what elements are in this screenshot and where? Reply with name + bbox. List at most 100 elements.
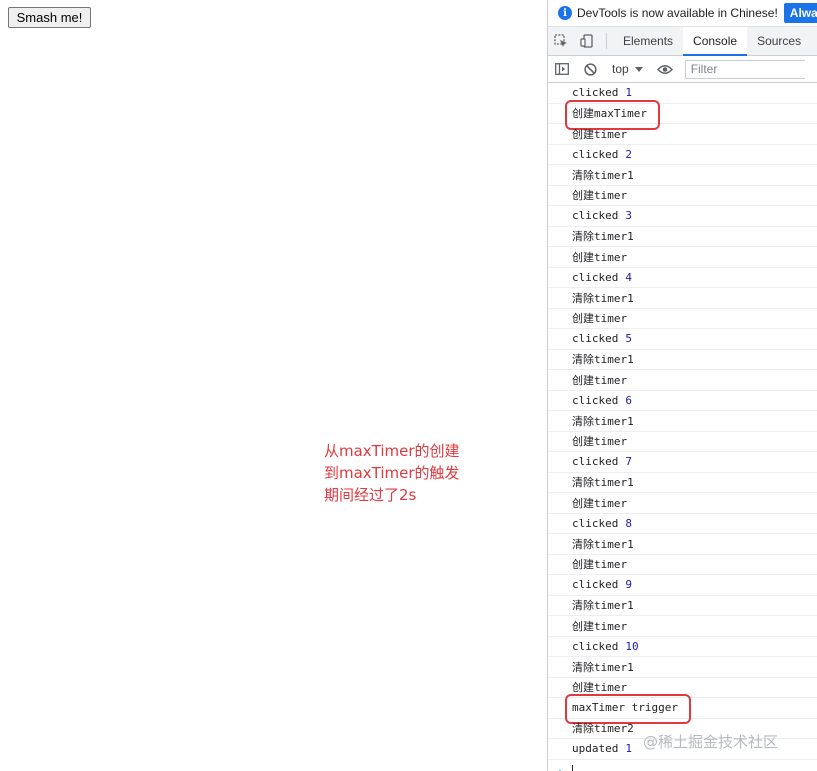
console-message-number: 4 [625, 270, 632, 284]
console-message: clicked 9 [548, 575, 817, 596]
inspect-element-icon[interactable] [548, 27, 574, 55]
console-message-text: 创建timer [572, 681, 628, 695]
note-line-3: 期间经过了2s [324, 486, 417, 504]
info-icon: i [558, 6, 572, 20]
console-message: clicked 6 [548, 391, 817, 411]
console-message-text: 创建timer [572, 127, 628, 141]
tab-sources[interactable]: Sources [747, 27, 811, 55]
console-message: 清除timer1 [548, 350, 817, 370]
console-message: 清除timer1 [548, 411, 817, 432]
console-message: 创建timer [548, 247, 817, 268]
console-message-text: clicked [572, 270, 619, 284]
language-infobar: i DevTools is now available in Chinese! … [548, 0, 817, 27]
context-selector[interactable]: top [604, 62, 651, 76]
console-message-text: clicked [572, 86, 619, 100]
console-message-text: clicked [572, 578, 619, 592]
console-message: 创建timer [548, 432, 817, 452]
console-message: clicked 5 [548, 329, 817, 350]
eye-icon[interactable] [651, 64, 679, 75]
console-message: clicked 3 [548, 206, 817, 227]
console-message-text: 创建timer [572, 496, 628, 510]
devtools-panel: i DevTools is now available in Chinese! … [547, 0, 817, 771]
console-prompt[interactable]: › [548, 763, 574, 771]
console-message-number: 1 [625, 742, 632, 756]
console-message: 清除timer1 [548, 288, 817, 309]
console-message: 创建timer [548, 124, 817, 145]
console-message-number: 9 [625, 578, 632, 592]
console-message: 清除timer1 [548, 473, 817, 493]
infobar-message: DevTools is now available in Chinese! [577, 6, 778, 20]
note-line-2: 到maxTimer的触发 [324, 464, 460, 482]
console-message-number: 3 [625, 209, 632, 223]
console-message-text: updated [572, 742, 619, 756]
text-caret [572, 765, 574, 771]
devtools-tabbar: Elements Console Sources [548, 27, 817, 56]
console-message: clicked 8 [548, 514, 817, 534]
tabbar-divider [606, 33, 607, 49]
console-message: 创建timer [548, 370, 817, 391]
console-message-text: clicked [572, 516, 619, 530]
console-toolbar: top [548, 56, 817, 83]
always-match-language-button[interactable]: Always [783, 3, 817, 23]
console-message-text: clicked [572, 332, 619, 346]
prompt-chevron-icon: › [557, 765, 564, 771]
console-message-text: 创建timer [572, 619, 628, 633]
console-message-text: 创建timer [572, 558, 628, 572]
console-message: 清除timer1 [548, 596, 817, 616]
console-message-text: 创建timer [572, 189, 628, 203]
note-line-1: 从maxTimer的创建 [324, 442, 460, 460]
console-message-text: clicked [572, 455, 619, 469]
console-message-text: 清除timer2 [572, 722, 634, 736]
watermark: @稀土掘金技术社区 [643, 733, 779, 751]
console-message-text: maxTimer trigger [572, 701, 678, 715]
console-message-number: 7 [625, 455, 632, 469]
console-message-number: 6 [625, 393, 632, 407]
console-message: 清除timer1 [548, 657, 817, 678]
device-toggle-icon[interactable] [574, 27, 600, 55]
console-message-text: 清除timer1 [572, 353, 634, 367]
console-messages: clicked 1 创建maxTimer 创建timer clicked 2 清除timer… [548, 83, 817, 760]
console-message: 创建timer [548, 309, 817, 329]
console-message: 创建timer [548, 616, 817, 637]
console-message-text: 清除timer1 [572, 291, 634, 305]
console-message: 创建timer [548, 555, 817, 575]
console-message-text: clicked [572, 639, 619, 653]
console-message-text: clicked [572, 147, 619, 161]
context-selector-label: top [612, 62, 629, 76]
console-message-text: clicked [572, 209, 619, 223]
console-message: clicked 7 [548, 452, 817, 473]
chevron-down-icon [634, 66, 643, 72]
console-message-text: 创建maxTimer [572, 107, 647, 121]
console-message: 清除timer1 [548, 227, 817, 247]
console-message-text: 清除timer1 [572, 660, 634, 674]
sidebar-toggle-icon[interactable] [548, 63, 576, 75]
console-message-text: 创建timer [572, 250, 628, 264]
console-message-text: 创建timer [572, 373, 628, 387]
console-message-number: 1 [625, 86, 632, 100]
console-message: clicked 10 [548, 637, 817, 657]
console-message: 创建timer [548, 493, 817, 514]
console-message: 清除timer1 [548, 534, 817, 555]
console-message-number: 10 [625, 639, 639, 653]
console-message-text: 清除timer1 [572, 599, 634, 613]
tab-console[interactable]: Console [683, 27, 748, 56]
console-filter-input[interactable] [684, 59, 805, 79]
console-message: 创建timer [548, 186, 817, 206]
console-message-text: 创建timer [572, 312, 628, 326]
console-message-highlighted: maxTimer trigger [548, 694, 817, 724]
console-message-text: 清除timer1 [572, 537, 634, 551]
console-message-number: 8 [625, 516, 632, 530]
console-message-text: 清除timer1 [572, 230, 634, 244]
console-message: clicked 4 [548, 268, 817, 288]
console-message-text: 清除timer1 [572, 414, 634, 428]
console-message-text: 清除timer1 [572, 476, 634, 490]
console-message-highlighted: 创建maxTimer [548, 99, 817, 129]
console-message: clicked 2 [548, 145, 817, 165]
tab-elements[interactable]: Elements [613, 27, 683, 55]
console-message-number: 5 [625, 332, 632, 346]
clear-console-icon[interactable] [576, 62, 604, 76]
console-message-text: clicked [572, 393, 619, 407]
smash-me-button[interactable]: Smash me! [8, 7, 91, 28]
console-message: 清除timer1 [548, 165, 817, 186]
console-message-text: 清除timer1 [572, 168, 634, 182]
